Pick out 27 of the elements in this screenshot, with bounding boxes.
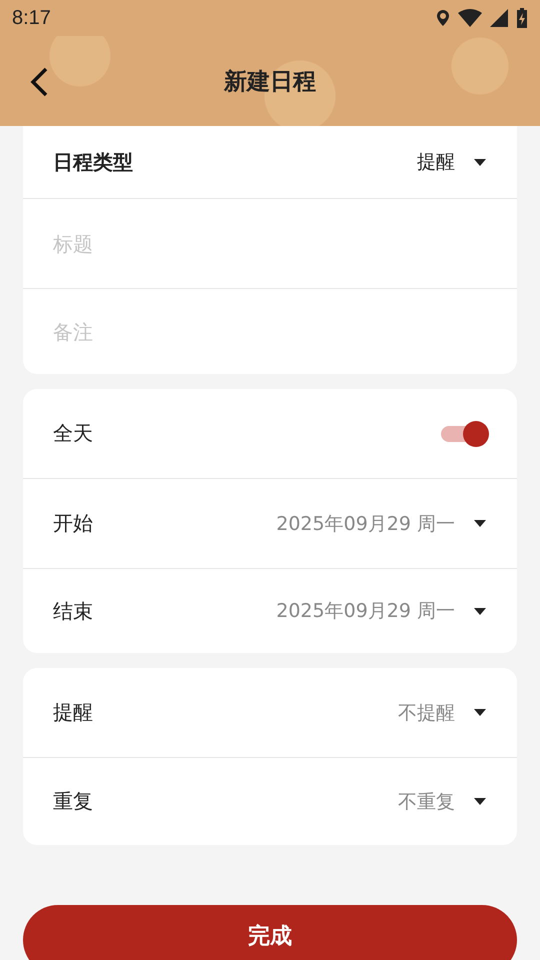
- row-label: 开始: [53, 510, 93, 537]
- done-button[interactable]: 完成: [23, 905, 517, 960]
- dropdown-select[interactable]: 2025年09月29 周一: [276, 510, 487, 536]
- input-field[interactable]: 备注: [53, 320, 487, 344]
- row-label: 日程类型: [53, 148, 133, 176]
- caret-icon: [473, 519, 487, 528]
- page-title: 新建日程: [224, 68, 316, 96]
- location-icon: [436, 9, 450, 27]
- wifi-icon: [458, 9, 482, 27]
- caret-icon: [473, 158, 487, 166]
- row-label: 结束: [53, 598, 93, 624]
- row-label: 全天: [53, 420, 93, 447]
- battery-icon: [516, 8, 528, 28]
- caret-icon: [473, 797, 487, 806]
- toggle-switch[interactable]: [441, 418, 487, 448]
- caret-icon: [473, 606, 487, 616]
- input-field[interactable]: 标题: [53, 232, 487, 256]
- dropdown-select[interactable]: 不重复: [398, 788, 487, 814]
- dropdown-select[interactable]: 不提醒: [398, 700, 487, 726]
- dropdown-select[interactable]: 提醒: [417, 149, 487, 175]
- dropdown-select[interactable]: 2025年09月29 周一: [276, 598, 487, 624]
- row-label: 提醒: [53, 699, 93, 726]
- row-label: 重复: [53, 788, 93, 815]
- signal-icon: [490, 9, 508, 27]
- back-icon[interactable]: [28, 66, 50, 98]
- status-time: 8:17: [12, 6, 51, 30]
- caret-icon: [473, 708, 487, 717]
